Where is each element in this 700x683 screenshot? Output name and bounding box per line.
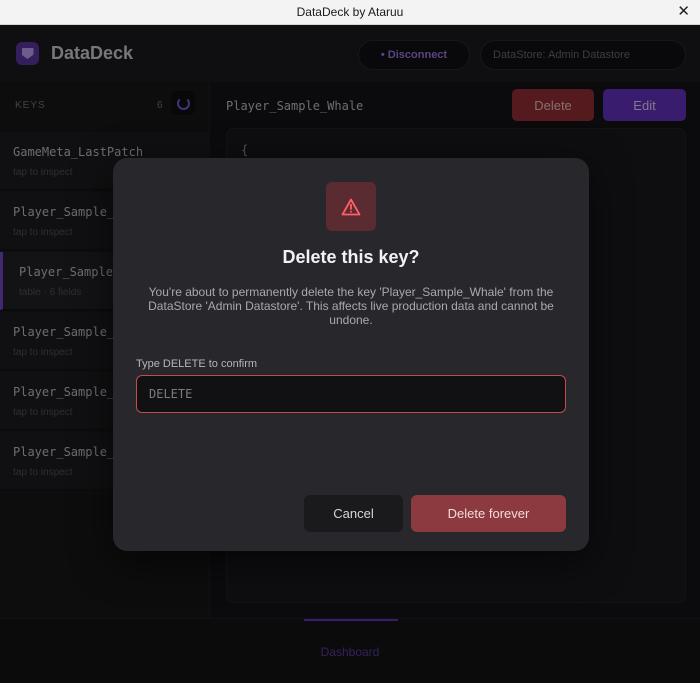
close-icon[interactable]: ✕ (677, 3, 690, 21)
confirm-label: Type DELETE to confirm (136, 358, 258, 370)
dialog-description: You're about to permanently delete the k… (148, 285, 554, 327)
warning-badge (326, 182, 376, 231)
cancel-button[interactable]: Cancel (304, 495, 403, 532)
os-title-bar: DataDeck by Ataruu ✕ (0, 0, 700, 25)
warning-triangle-icon (341, 198, 361, 215)
delete-forever-button[interactable]: Delete forever (411, 495, 566, 532)
dialog-title: Delete this key? (282, 247, 420, 267)
app-window: DataDeck by Ataruu ✕ DataDeck • Disconne… (0, 0, 700, 683)
confirm-input[interactable] (136, 375, 566, 413)
window-title: DataDeck by Ataruu (296, 5, 404, 19)
delete-confirm-dialog: Delete this key? You're about to permane… (113, 158, 589, 551)
